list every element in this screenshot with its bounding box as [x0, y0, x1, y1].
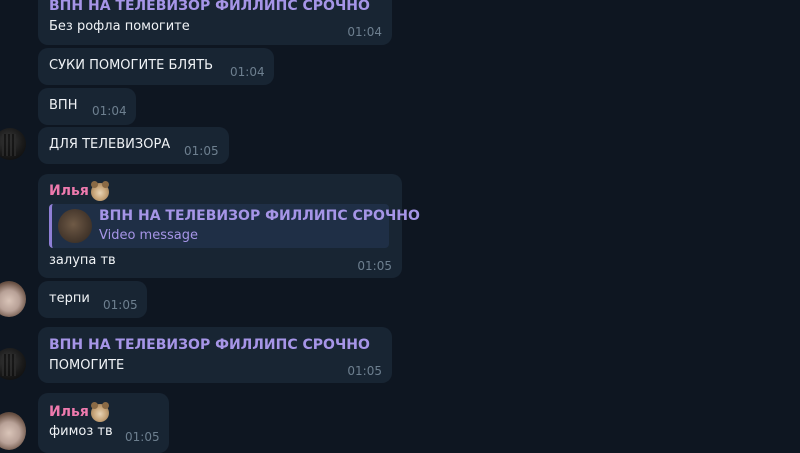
message-time: 01:05 — [103, 298, 138, 312]
user-avatar-dark[interactable] — [0, 128, 26, 160]
message-bubble[interactable]: терпи 01:05 — [38, 281, 147, 318]
message-text: СУКИ ПОМОГИТЕ БЛЯТЬ — [49, 58, 214, 73]
message-time: 01:04 — [347, 25, 382, 39]
message-text: залупа тв — [49, 253, 116, 268]
reply-title: ВПН НА ТЕЛЕВИЗОР ФИЛЛИПС СРОЧНО — [99, 208, 420, 224]
bear-emoji-icon — [91, 402, 109, 422]
message-text: фимоз тв — [49, 424, 113, 439]
message-text: ПОМОГИТЕ — [49, 358, 125, 373]
message-time: 01:04 — [92, 104, 127, 118]
message-time: 01:05 — [357, 259, 392, 273]
message-bubble[interactable]: ВПН 01:04 — [38, 88, 136, 125]
message-time: 01:05 — [125, 430, 160, 444]
sender-name[interactable]: ВПН НА ТЕЛЕВИЗОР ФИЛЛИПС СРОЧНО — [49, 337, 370, 353]
message-text: Без рофла помогите — [49, 19, 190, 34]
message-bubble[interactable]: СУКИ ПОМОГИТЕ БЛЯТЬ 01:04 — [38, 48, 274, 85]
reply-subtitle: Video message — [99, 228, 198, 243]
sender-name[interactable]: ВПН НА ТЕЛЕВИЗОР ФИЛЛИПС СРОЧНО — [49, 0, 370, 14]
message-text: терпи — [49, 291, 90, 306]
message-time: 01:05 — [184, 144, 219, 158]
message-bubble[interactable]: Илья фимоз тв 01:05 — [38, 393, 169, 453]
message-bubble[interactable]: Илья ВПН НА ТЕЛЕВИЗОР ФИЛЛИПС СРОЧНО Vid… — [38, 174, 420, 278]
user-avatar-dark[interactable] — [0, 348, 26, 380]
message-text: ВПН — [49, 98, 78, 113]
message-time: 01:05 — [347, 364, 382, 378]
message-bubble[interactable]: ВПН НА ТЕЛЕВИЗОР ФИЛЛИПС СРОЧНО Без рофл… — [38, 0, 392, 45]
reply-quote[interactable]: ВПН НА ТЕЛЕВИЗОР ФИЛЛИПС СРОЧНО Video me… — [49, 204, 420, 248]
user-avatar-photo[interactable] — [0, 281, 26, 317]
sender-name[interactable]: Илья — [49, 404, 89, 420]
sender-name[interactable]: Илья — [49, 183, 89, 199]
user-avatar-photo[interactable] — [0, 412, 26, 450]
message-time: 01:04 — [230, 65, 265, 79]
message-bubble[interactable]: ВПН НА ТЕЛЕВИЗОР ФИЛЛИПС СРОЧНО ПОМОГИТЕ… — [38, 327, 392, 383]
video-thumbnail — [58, 209, 92, 243]
bear-emoji-icon — [91, 181, 109, 201]
message-text: ДЛЯ ТЕЛЕВИЗОРА — [49, 137, 171, 152]
message-bubble[interactable]: ДЛЯ ТЕЛЕВИЗОРА 01:05 — [38, 127, 229, 164]
